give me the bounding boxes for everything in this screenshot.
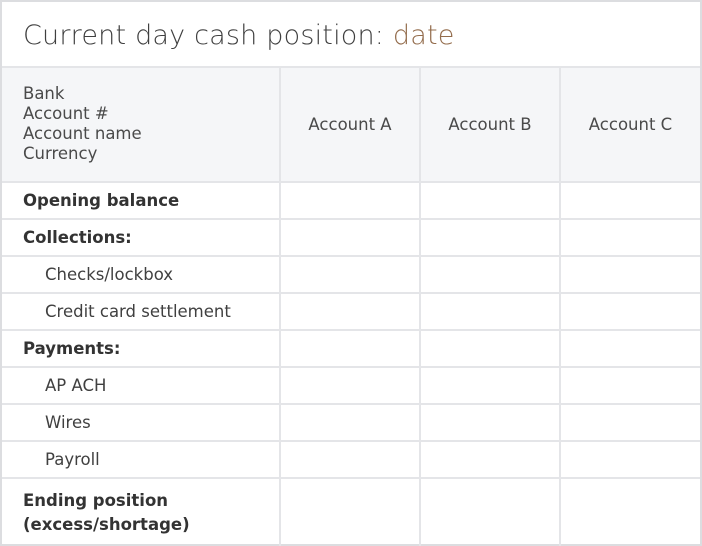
value-cell-account-a[interactable]: [279, 403, 421, 442]
table-row-opening-balance: Opening balance: [2, 181, 700, 220]
page-title: Current day cash position: date: [2, 2, 700, 66]
header-label-cell: Bank Account # Account name Currency: [2, 66, 281, 183]
title-date-placeholder: date: [392, 20, 455, 51]
value-cell-account-b[interactable]: [419, 255, 561, 294]
row-label-wires: Wires: [2, 403, 281, 442]
row-label-credit-card-settlement: Credit card settlement: [2, 292, 281, 331]
value-cell-account-b[interactable]: [419, 477, 561, 546]
value-cell-account-b[interactable]: [419, 218, 561, 257]
header-account-b: Account B: [419, 66, 561, 183]
table-row-ending-position: Ending position (excess/shortage): [2, 477, 700, 546]
value-cell-account-b[interactable]: [419, 440, 561, 479]
value-cell-account-a[interactable]: [279, 181, 421, 220]
value-cell-account-a[interactable]: [279, 477, 421, 546]
value-cell-account-a[interactable]: [279, 255, 421, 294]
table-row-ap-ach: AP ACH: [2, 366, 700, 405]
table-header-row: Bank Account # Account name Currency Acc…: [2, 66, 700, 183]
value-cell-account-c[interactable]: [559, 329, 700, 368]
value-cell-account-a[interactable]: [279, 292, 421, 331]
row-label-collections: Collections:: [2, 218, 281, 257]
value-cell-account-a[interactable]: [279, 218, 421, 257]
ending-position-line-1: Ending position: [23, 490, 169, 510]
table-row-checks-lockbox: Checks/lockbox: [2, 255, 700, 294]
value-cell-account-b[interactable]: [419, 366, 561, 405]
table-row-credit-card-settlement: Credit card settlement: [2, 292, 700, 331]
value-cell-account-c[interactable]: [559, 292, 700, 331]
table-body: Opening balance Collections: Checks/lockbo…: [2, 181, 700, 546]
table-row-payroll: Payroll: [2, 440, 700, 479]
row-label-ending-position: Ending position (excess/shortage): [2, 477, 281, 546]
title-prefix: Current day cash position:: [23, 20, 393, 51]
row-label-ap-ach: AP ACH: [2, 366, 281, 405]
row-label-checks-lockbox: Checks/lockbox: [2, 255, 281, 294]
header-label-account-number: Account #: [23, 104, 109, 123]
header-label-bank: Bank: [23, 84, 65, 103]
header-account-a: Account A: [279, 66, 421, 183]
value-cell-account-c[interactable]: [559, 403, 700, 442]
row-label-payroll: Payroll: [2, 440, 281, 479]
row-label-payments: Payments:: [2, 329, 281, 368]
header-label-account-name: Account name: [23, 124, 142, 143]
value-cell-account-a[interactable]: [279, 440, 421, 479]
row-label-opening-balance: Opening balance: [2, 181, 281, 220]
value-cell-account-c[interactable]: [559, 181, 700, 220]
header-label-currency: Currency: [23, 144, 98, 163]
value-cell-account-c[interactable]: [559, 255, 700, 294]
value-cell-account-a[interactable]: [279, 329, 421, 368]
table-row-payments: Payments:: [2, 329, 700, 368]
cash-position-card: Current day cash position: date Bank Acc…: [0, 0, 702, 546]
value-cell-account-b[interactable]: [419, 181, 561, 220]
ending-position-line-2: (excess/shortage): [23, 514, 190, 534]
value-cell-account-c[interactable]: [559, 477, 700, 546]
value-cell-account-c[interactable]: [559, 218, 700, 257]
cash-position-table: Bank Account # Account name Currency Acc…: [2, 66, 700, 546]
value-cell-account-b[interactable]: [419, 403, 561, 442]
table-row-wires: Wires: [2, 403, 700, 442]
header-account-c: Account C: [559, 66, 700, 183]
value-cell-account-a[interactable]: [279, 366, 421, 405]
value-cell-account-b[interactable]: [419, 292, 561, 331]
value-cell-account-c[interactable]: [559, 366, 700, 405]
table-row-collections: Collections:: [2, 218, 700, 257]
value-cell-account-c[interactable]: [559, 440, 700, 479]
value-cell-account-b[interactable]: [419, 329, 561, 368]
